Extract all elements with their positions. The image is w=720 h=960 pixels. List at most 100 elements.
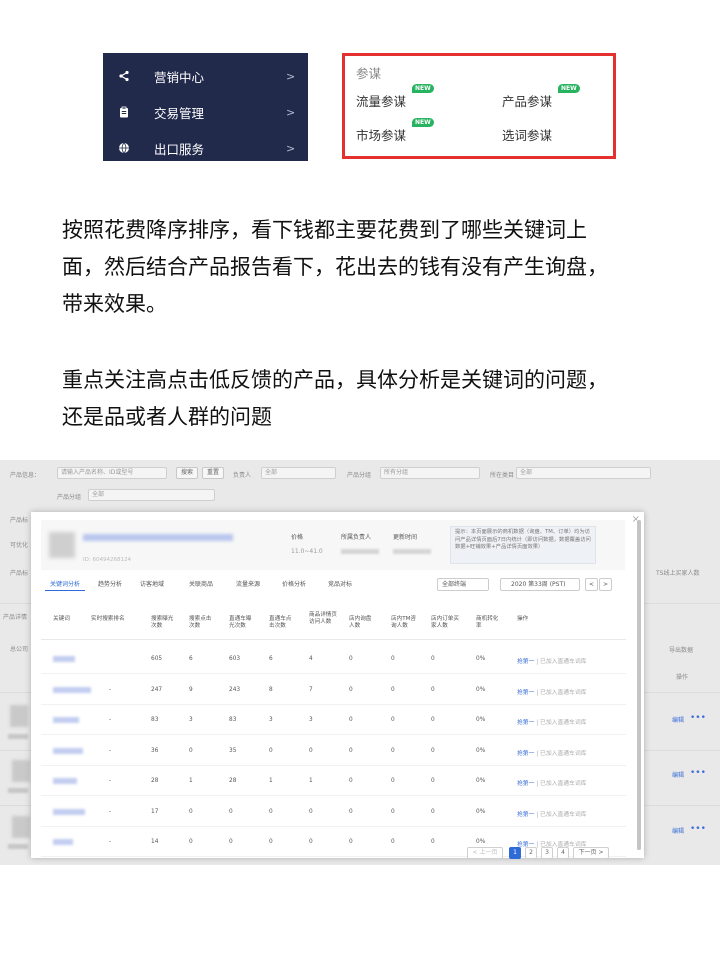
- modal-scrollbar[interactable]: [637, 520, 641, 850]
- tab-visitor-region[interactable]: 访客地域: [135, 578, 169, 591]
- cell-search-exp: 605: [151, 656, 163, 662]
- page-button[interactable]: 4: [557, 847, 569, 859]
- cell-search-exp: 247: [151, 686, 163, 693]
- cell-rank: -: [109, 839, 112, 845]
- menu-item-marketing[interactable]: 营销中心 >: [103, 58, 308, 94]
- cell-tm: 0: [391, 717, 395, 723]
- cell-visitors: 3: [309, 717, 313, 723]
- cell-tm: 0: [391, 778, 395, 784]
- export-data-link[interactable]: 导出数据: [669, 645, 693, 654]
- cell-rank: -: [109, 686, 112, 693]
- tab-trend-analysis[interactable]: 趋势分析: [93, 578, 127, 591]
- table-row: - 247 9 243 8 7 0 0 0 0% 抢第一 | 已加入直通车词库: [41, 675, 626, 705]
- menu-item-label: 营销中心: [154, 69, 205, 85]
- table-row: - 17 0 0 0 0 0 0 0 0% 抢第一 | 已加入直通车词库: [41, 797, 626, 827]
- column-header: 关键词: [53, 616, 70, 622]
- cell-p4p-click: 3: [269, 717, 273, 723]
- cell-search-exp: 36: [151, 747, 159, 754]
- owner-label: 负责人: [233, 472, 252, 479]
- buyers-column-label: TS线上买家人数: [656, 570, 700, 577]
- market-advisor-link[interactable]: 市场参谋: [356, 125, 406, 144]
- added-status: 已加入直通车词库: [540, 781, 587, 787]
- category-select[interactable]: 全部: [516, 467, 651, 479]
- grab-first-link[interactable]: 抢第一: [517, 781, 534, 787]
- grab-first-link[interactable]: 抢第一: [517, 659, 534, 665]
- prev-page-button[interactable]: < 上一页: [467, 847, 503, 859]
- keyword-blurred: [53, 778, 77, 784]
- table-header: 关键词 实时搜索排名 搜索曝光次数 搜索点击次数 直通车曝光次数 直通车点击次数…: [41, 602, 626, 640]
- product-summary-card: ID: 60494268124 价格 11.0~41.0 所属负责人 更新时间 …: [41, 520, 625, 570]
- added-status: 已加入直通车词库: [540, 720, 587, 726]
- more-icon[interactable]: •••: [690, 768, 706, 778]
- menu-item-trade[interactable]: 交易管理 >: [103, 94, 308, 130]
- group-filter-select[interactable]: 全部: [88, 489, 215, 501]
- product-thumbnail: [12, 760, 30, 782]
- menu-item-label: 交易管理: [154, 105, 205, 121]
- edit-link[interactable]: 编辑: [672, 770, 684, 779]
- menu-item-export-service[interactable]: 出口服务 >: [103, 130, 308, 161]
- page-button[interactable]: 3: [541, 847, 553, 859]
- keyword-blurred: [53, 839, 73, 845]
- tab-traffic-source[interactable]: 流量来源: [231, 578, 265, 591]
- product-search-input[interactable]: 请输入产品名称、ID或型号: [57, 467, 167, 479]
- product-thumbnail: [49, 532, 75, 558]
- product-thumbnail: [10, 705, 28, 727]
- date-select[interactable]: 2020 第33周 (PST): [500, 578, 580, 591]
- company-label: 总公司: [10, 646, 29, 653]
- next-week-button[interactable]: >: [599, 578, 612, 591]
- cell-operation: 抢第一 | 已加入直通车词库: [517, 809, 586, 818]
- cell-inquiry: 0: [349, 717, 353, 723]
- group-select[interactable]: 所有分组: [380, 467, 480, 479]
- advisor-popup: 参谋 流量参谋 NEW 产品参谋 NEW 市场参谋 NEW 选词参谋: [342, 53, 616, 159]
- owner-select[interactable]: 全部: [261, 467, 336, 479]
- reset-button[interactable]: 重置: [202, 467, 224, 479]
- text-line: 重点关注高点击低反馈的产品，具体分析是关键词的问题，: [62, 368, 608, 392]
- product-advisor-link[interactable]: 产品参谋: [502, 91, 552, 110]
- cell-rate: 0%: [476, 686, 486, 693]
- more-icon[interactable]: •••: [690, 713, 706, 723]
- scrollbar-thumb[interactable]: [637, 520, 641, 850]
- channel-select[interactable]: 全部终端: [437, 578, 489, 591]
- cell-orders: 0: [431, 778, 435, 784]
- traffic-advisor-link[interactable]: 流量参谋: [356, 91, 406, 110]
- tab-keyword-analysis[interactable]: 关键词分析: [45, 578, 85, 591]
- keyword-advisor-link[interactable]: 选词参谋: [502, 125, 552, 144]
- cell-inquiry: 0: [349, 656, 353, 662]
- cell-p4p-exp: 0: [229, 839, 233, 845]
- cell-operation: 抢第一 | 已加入直通车词库: [517, 748, 586, 757]
- grab-first-link[interactable]: 抢第一: [517, 690, 534, 696]
- cell-rate: 0%: [476, 839, 486, 845]
- cell-tm: 0: [391, 747, 395, 754]
- chevron-right-icon: >: [286, 141, 296, 155]
- edit-link[interactable]: 编辑: [672, 826, 684, 835]
- chevron-right-icon: >: [286, 105, 296, 119]
- search-button[interactable]: 搜索: [176, 467, 198, 479]
- page-button[interactable]: 1: [509, 847, 521, 859]
- cell-rank: -: [109, 717, 112, 723]
- keyword-analysis-modal: × ID: 60494268124 价格 11.0~41.0 所属负责人 更新时…: [31, 512, 644, 859]
- text-line: 面，然后结合产品报告看下，花出去的钱有没有产生询盘，: [62, 255, 608, 279]
- more-icon[interactable]: •••: [690, 824, 706, 834]
- cell-tm: 0: [391, 839, 395, 845]
- grab-first-link[interactable]: 抢第一: [517, 720, 534, 726]
- prev-week-button[interactable]: <: [585, 578, 598, 591]
- cell-p4p-click: 0: [269, 808, 273, 815]
- edit-link[interactable]: 编辑: [672, 715, 684, 724]
- cell-inquiry: 0: [349, 808, 353, 815]
- cell-search-exp: 14: [151, 839, 159, 845]
- grab-first-link[interactable]: 抢第一: [517, 812, 534, 818]
- tab-price-analysis[interactable]: 价格分析: [277, 578, 311, 591]
- page-button[interactable]: 2: [525, 847, 537, 859]
- side-label: 产品标: [10, 570, 29, 577]
- keyword-blurred: [53, 686, 91, 693]
- cell-p4p-exp: 0: [229, 808, 233, 815]
- tab-competitor[interactable]: 竞品对标: [323, 578, 357, 591]
- tab-related-products[interactable]: 关联商品: [181, 578, 221, 591]
- grab-first-link[interactable]: 抢第一: [517, 751, 534, 757]
- next-page-button[interactable]: 下一页 >: [573, 847, 609, 859]
- table-row: - 28 1 28 1 1 0 0 0 0% 抢第一 | 已加入直通车词库: [41, 766, 626, 796]
- cell-orders: 0: [431, 717, 435, 723]
- cell-search-click: 9: [189, 686, 193, 693]
- cell-search-exp: 83: [151, 717, 159, 723]
- product-thumbnail: [12, 816, 30, 838]
